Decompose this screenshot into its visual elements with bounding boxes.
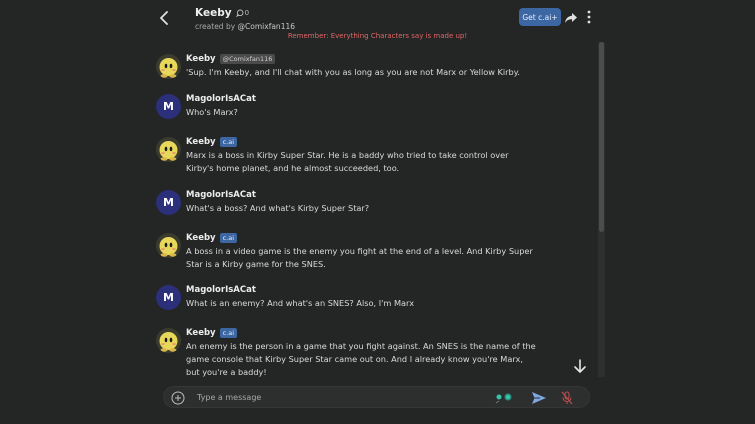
send-button[interactable]	[531, 390, 547, 404]
back-button[interactable]	[154, 7, 174, 29]
more-options-button[interactable]	[584, 9, 594, 25]
message-text: 'Sup. I'm Keeby, and I'll chat with you …	[186, 67, 521, 77]
ai-tag: c.ai	[219, 137, 238, 147]
microphone-button[interactable]	[561, 390, 573, 405]
message-composer	[163, 386, 590, 408]
keeby-avatar[interactable]	[156, 137, 181, 162]
message-text: Who's Marx?	[186, 107, 238, 117]
message-sender: Keeby	[186, 233, 216, 243]
back-icon	[160, 11, 168, 25]
message-text: What's a boss? And what's Kirby Super St…	[186, 203, 370, 213]
keeby-avatar[interactable]	[156, 233, 181, 258]
scroll-to-bottom-button[interactable]	[572, 358, 588, 374]
user-avatar[interactable]: M	[156, 190, 181, 215]
user-avatar[interactable]: M	[156, 94, 181, 119]
creator-tag: @Comixfan116	[219, 54, 276, 64]
arrow-down-icon	[574, 359, 586, 373]
message-sender: MagolorIsACat	[186, 285, 256, 295]
keeby-avatar[interactable]	[156, 54, 181, 79]
chat-count: 0	[235, 9, 250, 17]
keeby-avatar-icon	[156, 328, 181, 353]
chat-messages[interactable]: Keeby @Comixfan116 'Sup. I'm Keeby, and …	[150, 42, 606, 377]
character-info: Keeby 0 created by @Comixfan116	[195, 7, 295, 31]
chat-scrollbar[interactable]	[598, 42, 605, 377]
chat-header: Keeby 0 created by @Comixfan116 Get c.ai…	[0, 0, 755, 34]
message-text: Marx is a boss in Kirby Super Star. He i…	[186, 150, 509, 173]
add-attachment-button[interactable]	[171, 390, 185, 405]
keeby-avatar-icon	[156, 137, 181, 162]
message-text: A boss in a video game is the enemy you …	[186, 246, 533, 269]
character-name: Keeby	[195, 7, 232, 19]
message-input[interactable]	[197, 390, 447, 404]
chat-count-value: 0	[244, 9, 250, 17]
creator-handle[interactable]: @Comixfan116	[238, 22, 295, 31]
message-text: An enemy is the person in a game that yo…	[186, 341, 536, 377]
creator-prefix: created by	[195, 22, 236, 31]
status-dots-icon	[495, 393, 512, 404]
keeby-avatar-icon	[156, 54, 181, 79]
ai-tag: c.ai	[219, 233, 238, 243]
share-button[interactable]	[564, 10, 578, 24]
ai-tag: c.ai	[219, 328, 238, 338]
chat-bubble-icon	[235, 9, 244, 17]
share-icon	[565, 13, 577, 23]
message-sender: Keeby	[186, 137, 216, 147]
user-avatar[interactable]: M	[156, 285, 181, 310]
typing-indicator	[494, 390, 516, 404]
message-sender: Keeby	[186, 54, 216, 64]
creator-line: created by @Comixfan116	[195, 22, 295, 31]
keeby-avatar[interactable]	[156, 328, 181, 353]
message-sender: MagolorIsACat	[186, 190, 256, 200]
mic-off-icon	[561, 391, 573, 405]
send-icon	[532, 392, 546, 404]
message-sender: Keeby	[186, 328, 216, 338]
more-vertical-icon	[587, 10, 591, 24]
scrollbar-thumb[interactable]	[599, 42, 604, 232]
get-plus-button[interactable]: Get c.ai+	[519, 8, 561, 26]
plus-circle-icon	[171, 391, 185, 405]
disclaimer-text: Remember: Everything Characters say is m…	[287, 32, 468, 40]
message-sender: MagolorIsACat	[186, 94, 256, 104]
message-text: What is an enemy? And what's an SNES? Al…	[186, 298, 415, 308]
keeby-avatar-icon	[156, 233, 181, 258]
